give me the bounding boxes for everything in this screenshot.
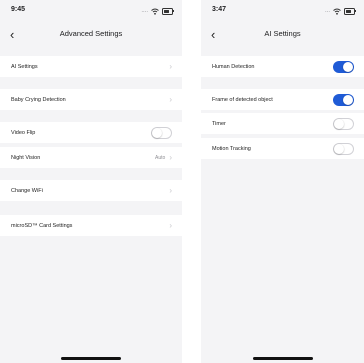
motion-tracking-toggle[interactable] xyxy=(333,142,354,155)
row-frame-of-detected-object: Frame of detected object xyxy=(201,89,364,110)
row-label: Video Flip xyxy=(11,129,36,136)
row-timer: Timer xyxy=(201,113,364,134)
row-ai-settings[interactable]: AI Settings › xyxy=(0,56,182,77)
toggle-knob xyxy=(152,127,162,138)
status-bar: 3:47 ... xyxy=(201,6,364,18)
status-icons: ... xyxy=(324,7,356,15)
cellular-signal-icon: .... xyxy=(141,8,148,14)
chevron-right-icon: › xyxy=(169,94,172,104)
row-trailing: Auto › xyxy=(155,152,172,162)
home-indicator xyxy=(253,357,313,360)
home-indicator xyxy=(61,357,121,360)
row-label: Motion Tracking xyxy=(212,145,251,152)
night-vision-value: Auto xyxy=(155,154,166,161)
chevron-right-icon: › xyxy=(169,185,172,195)
chevron-right-icon: › xyxy=(169,61,172,71)
video-flip-toggle[interactable] xyxy=(151,126,172,139)
cellular-signal-icon: ... xyxy=(324,8,330,14)
row-baby-crying-detection[interactable]: Baby Crying Detection › xyxy=(0,89,182,110)
toggle-knob xyxy=(343,94,353,105)
toggle-knob xyxy=(334,118,344,129)
status-time: 3:47 xyxy=(212,6,227,13)
row-label: Baby Crying Detection xyxy=(11,96,66,103)
row-video-flip: Video Flip xyxy=(0,122,182,143)
row-human-detection: Human Detection xyxy=(201,56,364,77)
status-bar: 9:45 .... xyxy=(0,6,182,18)
timer-toggle[interactable] xyxy=(333,117,354,130)
status-icons: .... xyxy=(141,7,174,15)
human-detection-toggle[interactable] xyxy=(333,60,354,73)
frame-detected-object-toggle[interactable] xyxy=(333,93,354,106)
navigation-bar: ‹ AI Settings xyxy=(201,26,364,44)
row-label: Timer xyxy=(212,120,226,127)
row-change-wifi[interactable]: Change WiFi › xyxy=(0,180,182,201)
row-night-vision[interactable]: Night Vision Auto › xyxy=(0,147,182,168)
row-label: Human Detection xyxy=(212,63,255,70)
battery-icon xyxy=(344,7,356,15)
advanced-settings-screen: 9:45 .... ‹ Advanced Settings AI Setting… xyxy=(0,0,182,363)
row-label: Night Vision xyxy=(11,154,41,161)
row-label: microSD™ Card Settings xyxy=(11,222,73,229)
row-motion-tracking: Motion Tracking xyxy=(201,138,364,159)
chevron-right-icon: › xyxy=(169,220,172,230)
row-microsd-card-settings[interactable]: microSD™ Card Settings › xyxy=(0,215,182,236)
page-title: Advanced Settings xyxy=(59,29,123,38)
status-time: 9:45 xyxy=(11,6,26,13)
toggle-knob xyxy=(343,61,353,72)
chevron-right-icon: › xyxy=(169,152,172,162)
ai-settings-screen: 3:47 ... ‹ AI Settings Human Detection F… xyxy=(201,0,364,363)
toggle-knob xyxy=(334,143,344,154)
row-label: Change WiFi xyxy=(11,187,43,194)
page-title: AI Settings xyxy=(264,29,301,38)
row-label: AI Settings xyxy=(11,63,38,70)
row-label: Frame of detected object xyxy=(212,96,273,103)
battery-icon xyxy=(162,7,174,15)
navigation-bar: ‹ Advanced Settings xyxy=(0,26,182,44)
wifi-icon xyxy=(151,8,159,15)
wifi-icon xyxy=(333,8,341,15)
